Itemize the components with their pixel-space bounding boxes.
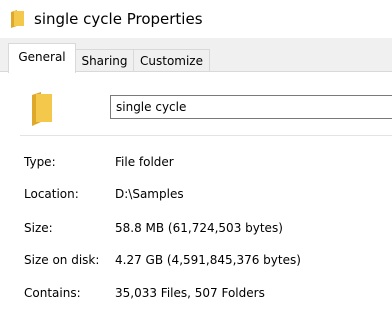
location-value: D:\Samples bbox=[115, 187, 184, 201]
tab-label: General bbox=[18, 50, 66, 64]
tab-label: Sharing bbox=[81, 54, 128, 68]
tab-general[interactable]: General bbox=[8, 43, 76, 73]
size-on-disk-value: 4.27 GB (4,591,845,376 bytes) bbox=[115, 253, 301, 267]
tab-strip: General Sharing Customize bbox=[0, 38, 392, 73]
type-label: Type: bbox=[24, 155, 56, 169]
contains-value: 35,033 Files, 507 Folders bbox=[115, 286, 265, 300]
size-label: Size: bbox=[24, 221, 53, 235]
folder-name-input[interactable] bbox=[110, 95, 392, 119]
divider bbox=[20, 135, 392, 136]
size-on-disk-label: Size on disk: bbox=[24, 253, 100, 267]
size-value: 58.8 MB (61,724,503 bytes) bbox=[115, 221, 283, 235]
contains-label: Contains: bbox=[24, 286, 81, 300]
window-title: single cycle Properties bbox=[34, 10, 203, 28]
tab-customize[interactable]: Customize bbox=[133, 49, 210, 71]
folder-icon bbox=[11, 10, 24, 28]
tab-sharing[interactable]: Sharing bbox=[75, 49, 134, 71]
folder-icon bbox=[32, 92, 52, 126]
general-tab-panel: Type: File folder Location: D:\Samples S… bbox=[0, 71, 392, 314]
location-label: Location: bbox=[24, 187, 79, 201]
title-bar: single cycle Properties bbox=[0, 0, 392, 38]
tab-label: Customize bbox=[140, 54, 203, 68]
type-value: File folder bbox=[115, 155, 174, 169]
